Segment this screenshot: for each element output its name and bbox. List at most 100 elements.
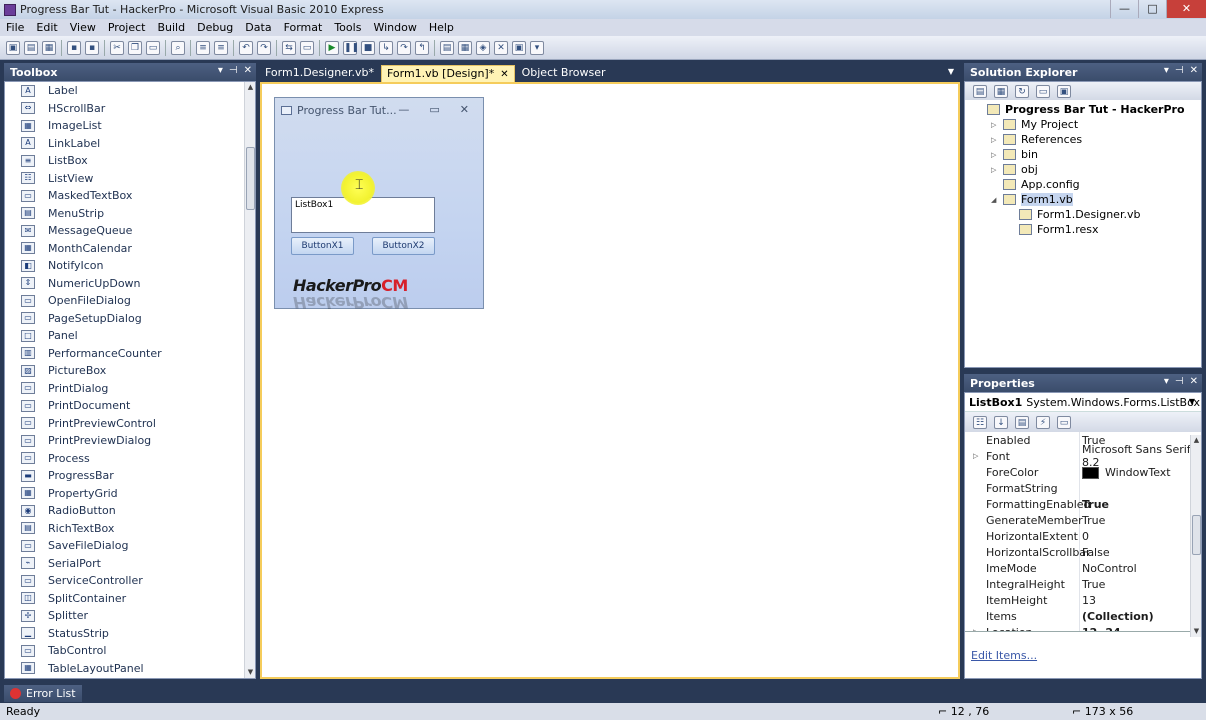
form1-window[interactable]: Progress Bar Tut... — ▭ ✕ ListBox1 Butto… (274, 97, 484, 312)
tree-node[interactable]: ▷ obj (965, 162, 1201, 177)
new-project-icon[interactable]: ▣ (6, 40, 20, 55)
toolbox-item[interactable]: ▭ OpenFileDialog (5, 292, 255, 310)
tree-node[interactable]: Form1.Designer.vb (965, 207, 1201, 222)
toolbox-item[interactable]: ▭ Process (5, 450, 255, 468)
property-value[interactable]: True (1082, 514, 1105, 527)
pin-icon[interactable]: ⊣ (229, 65, 238, 76)
toolbox-item[interactable]: ▭ MaskedTextBox (5, 187, 255, 205)
designer-surface[interactable]: Progress Bar Tut... — ▭ ✕ ListBox1 Butto… (260, 82, 960, 679)
menu-build[interactable]: Build (151, 21, 191, 34)
property-value[interactable]: 0 (1082, 530, 1089, 543)
tab-dropdown-icon[interactable]: ▼ (948, 67, 954, 76)
menu-window[interactable]: Window (367, 21, 422, 34)
toolbox-item[interactable]: ▦ TableLayoutPanel (5, 660, 255, 678)
alphabetical-icon[interactable]: ↓ (994, 415, 1008, 429)
events-icon[interactable]: ⚡ (1036, 415, 1050, 429)
add-item-icon[interactable]: ▦ (42, 40, 56, 55)
step-into-icon[interactable]: ↳ (379, 40, 393, 55)
toolbox-item[interactable]: ▭ PrintDocument (5, 397, 255, 415)
property-row[interactable]: Items (Collection) (965, 608, 1201, 624)
property-pages-icon[interactable]: ▭ (1057, 415, 1071, 429)
view-code-icon[interactable]: ▭ (1036, 84, 1050, 98)
toolbox-item[interactable]: ◉ RadioButton (5, 502, 255, 520)
toolbox-item[interactable]: A Label (5, 82, 255, 100)
toolbox-item[interactable]: ▭ PageSetupDialog (5, 310, 255, 328)
toolbox-item[interactable]: ▭ PrintDialog (5, 380, 255, 398)
dropdown-icon[interactable]: ▾ (1164, 65, 1169, 76)
toolbox-item[interactable]: ▬ ProgressBar (5, 467, 255, 485)
tab-form1-design[interactable]: Form1.vb [Design]* ✕ (380, 65, 515, 82)
close-icon[interactable]: ✕ (1190, 376, 1198, 387)
property-row[interactable]: ItemHeight 13 (965, 592, 1201, 608)
menu-tools[interactable]: Tools (328, 21, 367, 34)
toolbox-item[interactable]: ▦ ImageList (5, 117, 255, 135)
expander-icon[interactable]: ◢ (991, 196, 1000, 204)
scrollbar-thumb[interactable] (1192, 515, 1201, 555)
toolbox-item[interactable]: ▤ RichTextBox (5, 520, 255, 538)
maximize-button[interactable]: □ (1138, 0, 1166, 18)
show-all-files-icon[interactable]: ▦ (994, 84, 1008, 98)
expander-icon[interactable]: ▷ (973, 628, 978, 631)
toolbox-item[interactable]: ▭ PrintPreviewDialog (5, 432, 255, 450)
toolbox-item[interactable]: ✉ MessageQueue (5, 222, 255, 240)
tab-object-browser[interactable]: Object Browser (517, 65, 611, 82)
minimize-button[interactable]: — (1110, 0, 1138, 18)
property-value[interactable]: WindowText (1082, 466, 1171, 479)
expander-icon[interactable]: ▷ (991, 136, 1000, 144)
toolbox-item[interactable]: ✢ Splitter (5, 607, 255, 625)
property-value[interactable]: True (1082, 578, 1105, 591)
property-row[interactable]: GenerateMember True (965, 512, 1201, 528)
save-icon[interactable]: ▪ (67, 40, 81, 55)
toolbox-item[interactable]: ⇔ HScrollBar (5, 100, 255, 118)
menu-view[interactable]: View (64, 21, 102, 34)
menu-debug[interactable]: Debug (191, 21, 239, 34)
chevron-down-icon[interactable]: ▼ (1189, 397, 1195, 406)
property-row[interactable]: ForeColor WindowText (965, 464, 1201, 480)
property-row[interactable]: ImeMode NoControl (965, 560, 1201, 576)
tree-node[interactable]: ▷ My Project (965, 117, 1201, 132)
menu-file[interactable]: File (0, 21, 30, 34)
menu-help[interactable]: Help (423, 21, 460, 34)
menu-project[interactable]: Project (102, 21, 152, 34)
scroll-down-icon[interactable]: ▼ (245, 667, 255, 678)
solution-explorer-icon[interactable]: ▤ (440, 40, 454, 55)
object-selector[interactable]: ListBox1 System.Windows.Forms.ListBox ▼ (965, 393, 1201, 412)
scroll-down-icon[interactable]: ▼ (1191, 626, 1202, 637)
tree-node[interactable]: App.config (965, 177, 1201, 192)
tree-node[interactable]: Form1.resx (965, 222, 1201, 237)
pause-icon[interactable]: ❚❚ (343, 40, 359, 55)
property-row[interactable]: FormattingEnabled True (965, 496, 1201, 512)
property-value[interactable]: 12, 24 (1082, 626, 1121, 632)
tree-node[interactable]: ▷ bin (965, 147, 1201, 162)
cut-icon[interactable]: ✂ (110, 40, 124, 55)
pin-icon[interactable]: ⊣ (1175, 65, 1184, 76)
toolbox-item[interactable]: ▨ PictureBox (5, 362, 255, 380)
dropdown-icon[interactable]: ▾ (218, 65, 223, 76)
toolbox-item[interactable]: ▦ PropertyGrid (5, 485, 255, 503)
start-debugging-icon[interactable]: ▶ (325, 40, 339, 55)
properties-view-icon[interactable]: ▤ (1015, 415, 1029, 429)
property-value[interactable]: 13 (1082, 594, 1096, 607)
buttonx1[interactable]: ButtonX1 (291, 237, 354, 255)
toolbox-scrollbar[interactable]: ▲ ▼ (244, 82, 255, 678)
comment-icon[interactable]: ≡ (196, 40, 210, 55)
toolbox-item[interactable]: ⌁ SerialPort (5, 555, 255, 573)
close-icon[interactable]: ✕ (1190, 65, 1198, 76)
navigate-icon[interactable]: ⇆ (282, 40, 296, 55)
close-icon[interactable]: ✕ (244, 65, 252, 76)
buttonx2[interactable]: ButtonX2 (372, 237, 435, 255)
property-value[interactable]: NoControl (1082, 562, 1137, 575)
step-out-icon[interactable]: ↰ (415, 40, 429, 55)
property-row[interactable]: ▷ Font Microsoft Sans Serif, 8.2 (965, 443, 1201, 469)
view-designer-icon[interactable]: ▣ (1057, 84, 1071, 98)
property-row[interactable]: ▷ Location 12, 24 (965, 624, 1201, 632)
property-row[interactable]: HorizontalScrollbar False (965, 544, 1201, 560)
toolbox-item[interactable]: ▥ PerformanceCounter (5, 345, 255, 363)
toolbox-icon[interactable]: ✕ (494, 40, 508, 55)
menu-data[interactable]: Data (239, 21, 277, 34)
bookmark-icon[interactable]: ▭ (300, 40, 314, 55)
expander-icon[interactable]: ▷ (991, 121, 1000, 129)
property-row[interactable]: IntegralHeight True (965, 576, 1201, 592)
toolbox-item[interactable]: ▤ MenuStrip (5, 205, 255, 223)
extension-icon[interactable]: ▣ (512, 40, 526, 55)
